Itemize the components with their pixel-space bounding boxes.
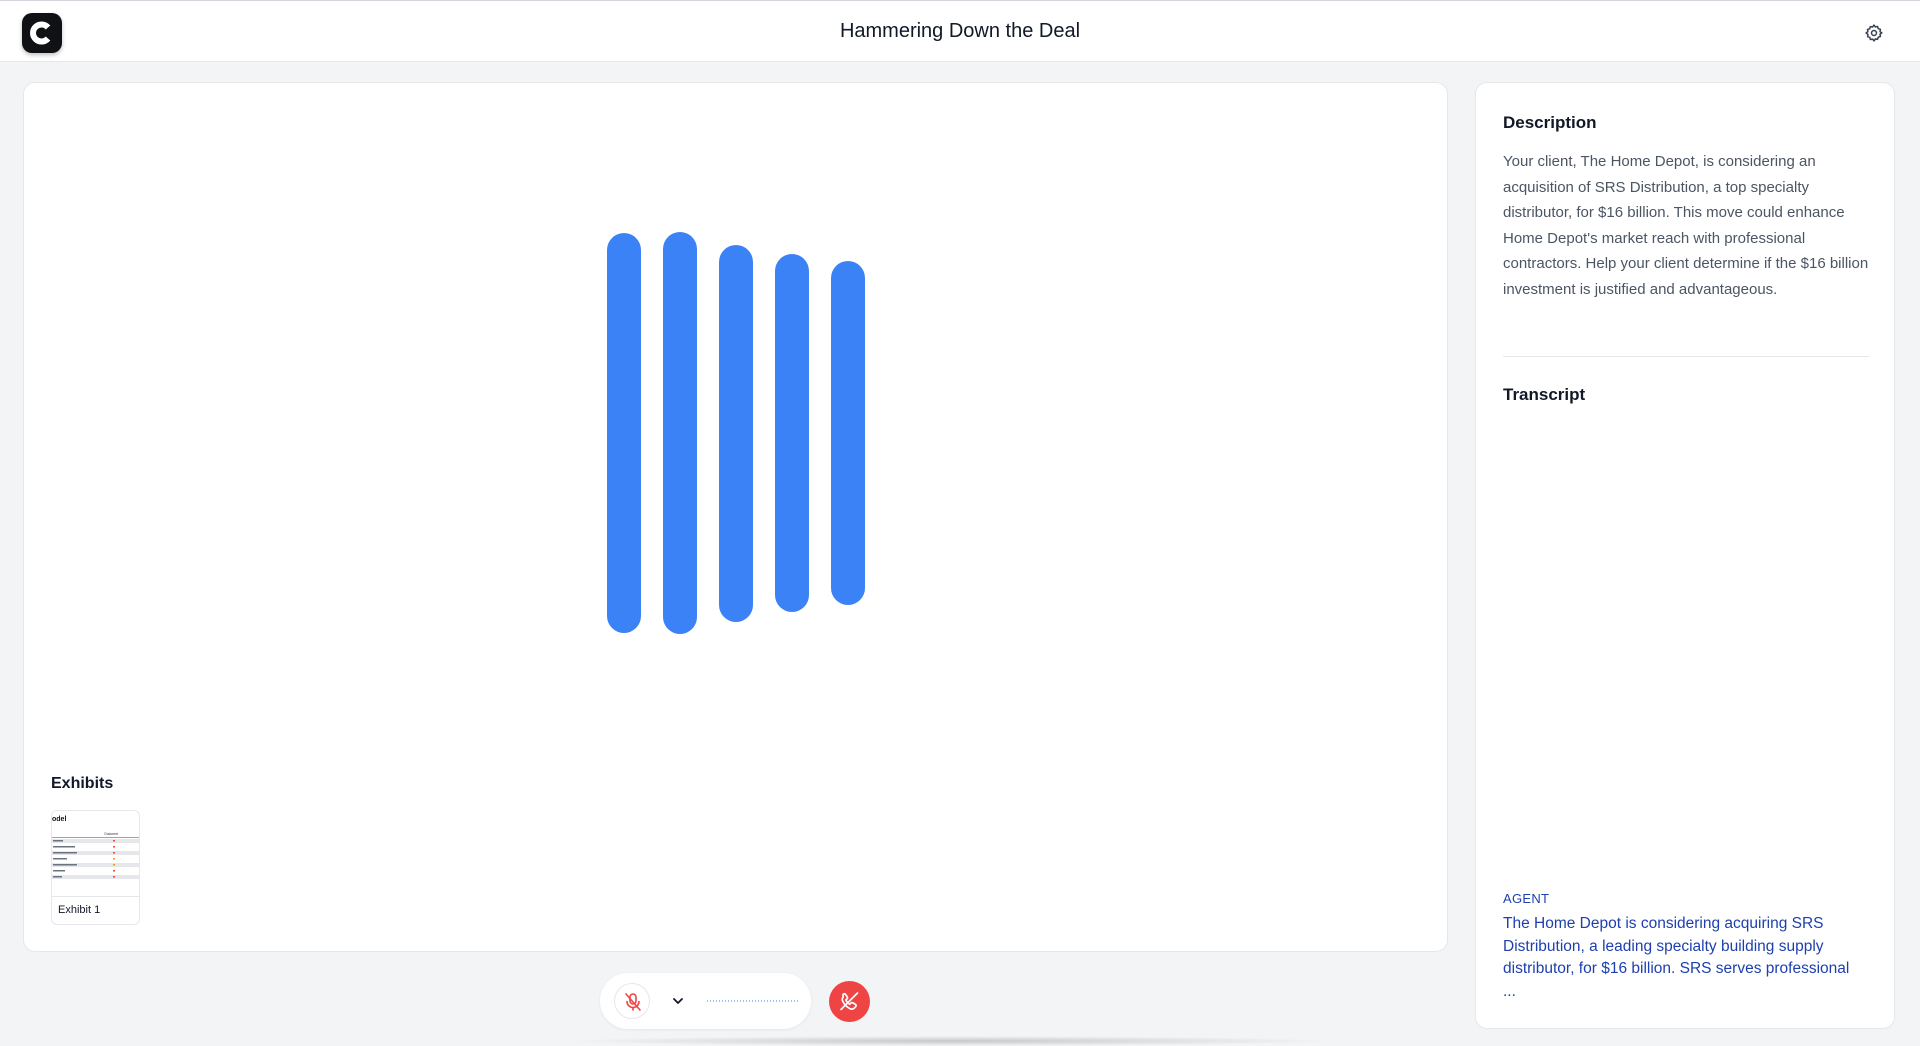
transcript-speaker: AGENT bbox=[1503, 891, 1550, 906]
visualizer-bar bbox=[775, 254, 809, 612]
call-controls bbox=[600, 973, 811, 1029]
bottom-shadow bbox=[560, 1036, 1340, 1046]
exhibit-card[interactable]: odel Outcome Exhibit 1 bbox=[51, 810, 140, 925]
exhibit-thumb-heading: odel bbox=[52, 816, 66, 823]
main-stage: Exhibits odel Outcome Exhibit 1 bbox=[23, 82, 1448, 952]
phone-off-icon bbox=[840, 992, 859, 1011]
transcript-heading: Transcript bbox=[1503, 385, 1586, 404]
page-title: Hammering Down the Deal bbox=[839, 20, 1081, 42]
section-divider bbox=[1503, 356, 1869, 357]
top-bar: Hammering Down the Deal bbox=[0, 0, 1920, 62]
settings-gear-icon[interactable] bbox=[1864, 23, 1884, 43]
audio-visualizer bbox=[24, 83, 1447, 951]
exhibit-thumbnail: odel Outcome bbox=[52, 811, 139, 897]
mic-level-meter bbox=[707, 1000, 799, 1002]
chevron-down-icon[interactable] bbox=[669, 992, 687, 1010]
exhibits-heading: Exhibits bbox=[51, 775, 114, 792]
description-text: Your client, The Home Depot, is consider… bbox=[1503, 153, 1869, 298]
mute-toggle-button[interactable] bbox=[614, 983, 650, 1019]
mic-off-icon bbox=[625, 993, 641, 1011]
hang-up-button[interactable] bbox=[829, 981, 870, 1022]
visualizer-bar bbox=[607, 233, 641, 633]
visualizer-bar bbox=[663, 232, 697, 634]
visualizer-bar bbox=[719, 245, 753, 622]
exhibit-thumb-column: Outcome bbox=[104, 832, 118, 836]
description-heading: Description bbox=[1503, 113, 1597, 132]
transcript-message: The Home Depot is considering acquiring … bbox=[1503, 915, 1850, 1000]
side-panel: Description Your client, The Home Depot,… bbox=[1475, 82, 1895, 1029]
exhibit-label: Exhibit 1 bbox=[58, 904, 101, 916]
visualizer-bar bbox=[831, 261, 865, 605]
